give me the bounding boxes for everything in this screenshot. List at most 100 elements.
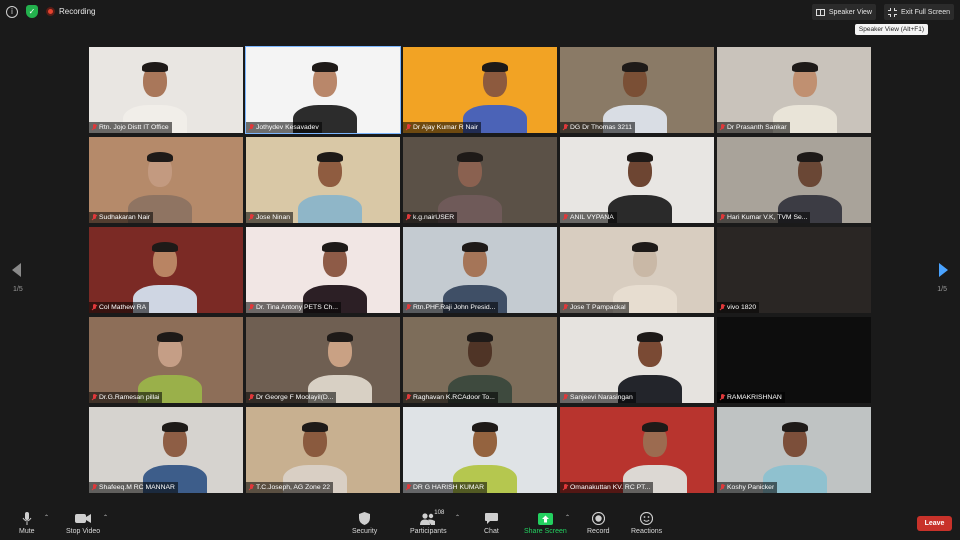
participant-video (560, 227, 714, 313)
participant-tile[interactable]: Sanjeevi Narasingan (560, 317, 714, 403)
participant-tile[interactable]: Col Mathew RA (89, 227, 243, 313)
mute-label: Mute (19, 528, 35, 535)
participant-tile[interactable]: Rtn.PHF.Raji John Presid... (403, 227, 557, 313)
participant-name: Dr.G.Ramesan pillai (99, 394, 160, 401)
participant-tile[interactable]: Rtn. Jojo Distt IT Office (89, 47, 243, 133)
participant-tile[interactable]: Shafeeq.M RC MANNAR (89, 407, 243, 493)
participant-hair (162, 422, 188, 432)
participant-body (298, 195, 362, 223)
participant-tile[interactable]: Hari Kumar V.K, TVM Se... (717, 137, 871, 223)
muted-microphone-icon (405, 124, 411, 131)
participant-video (246, 137, 400, 223)
participant-hair (457, 152, 483, 162)
reactions-button[interactable]: Reactions (631, 512, 662, 535)
participant-name: vivo 1820 (727, 304, 757, 311)
participant-tile[interactable]: Jose Ninan (246, 137, 400, 223)
participant-video (717, 47, 871, 133)
top-left-status: i ✓ Recording (6, 5, 95, 18)
participant-tile[interactable]: DR G HARISH KUMAR (403, 407, 557, 493)
next-page-arrow-icon[interactable] (939, 263, 948, 277)
share-screen-label: Share Screen (524, 528, 567, 535)
previous-page-arrow-icon[interactable] (12, 263, 21, 277)
muted-microphone-icon (562, 304, 568, 311)
participant-video (560, 407, 714, 493)
participant-video (403, 407, 557, 493)
participant-tile[interactable]: vivo 1820 (717, 227, 871, 313)
participant-hair (462, 242, 488, 252)
participant-name-tag: Dr.G.Ramesan pillai (89, 392, 163, 403)
participant-name-tag: k.g.nairUSER (403, 212, 458, 223)
participant-video (89, 47, 243, 133)
speaker-view-button[interactable]: Speaker View (811, 4, 876, 20)
stop-video-button[interactable]: Stop Video (66, 512, 100, 535)
participant-hair (482, 62, 508, 72)
muted-microphone-icon (91, 124, 97, 131)
share-options-caret-icon[interactable]: ⌃ (565, 514, 570, 521)
participant-tile[interactable]: T.C.Joseph, AG Zone 22 (246, 407, 400, 493)
participant-name: Dr Ajay Kumar R Nair (413, 124, 478, 131)
participant-tile[interactable]: ANIL VYPANA (560, 137, 714, 223)
participant-tile[interactable]: Dr Prasanth Sankar (717, 47, 871, 133)
participant-tile[interactable]: Raghavan K.RCAdoor To... (403, 317, 557, 403)
participant-name-tag: Rtn.PHF.Raji John Presid... (403, 302, 499, 313)
participant-tile[interactable]: Jothydev Kesavadev (245, 46, 401, 134)
participant-name: Sanjeevi Narasingan (570, 394, 633, 401)
muted-microphone-icon (405, 394, 411, 401)
muted-microphone-icon (91, 304, 97, 311)
leave-meeting-button[interactable]: Leave (917, 516, 952, 531)
record-button[interactable]: Record (587, 512, 610, 535)
participant-hair (782, 422, 808, 432)
participant-hair (797, 152, 823, 162)
participant-name-tag: Dr. Tina Antony PETS Ch... (246, 302, 341, 313)
participant-video (246, 47, 400, 133)
share-screen-button[interactable]: Share Screen (524, 512, 567, 535)
participant-tile[interactable]: Sudhakaran Nair (89, 137, 243, 223)
participant-tile[interactable]: Dr. Tina Antony PETS Ch... (246, 227, 400, 313)
participant-name: k.g.nairUSER (413, 214, 455, 221)
record-label: Record (587, 528, 610, 535)
participant-name-tag: Sudhakaran Nair (89, 212, 154, 223)
participant-name-tag: Jose Ninan (246, 212, 294, 223)
muted-microphone-icon (405, 304, 411, 311)
recording-indicator[interactable]: Recording (46, 7, 95, 16)
page-indicator-left: 1/5 (13, 286, 23, 293)
muted-microphone-icon (562, 214, 568, 221)
chat-button[interactable]: Chat (484, 512, 499, 535)
participants-icon: 108 (420, 510, 444, 525)
participant-video (560, 317, 714, 403)
participant-tile[interactable]: Dr Ajay Kumar R Nair (403, 47, 557, 133)
participant-tile[interactable]: Dr.G.Ramesan pillai (89, 317, 243, 403)
muted-microphone-icon (562, 124, 568, 131)
participant-tile[interactable]: RAMAKRISHNAN (717, 317, 871, 403)
info-icon[interactable]: i (6, 5, 18, 18)
encryption-shield-icon[interactable]: ✓ (26, 5, 38, 18)
audio-options-caret-icon[interactable]: ⌃ (44, 514, 49, 521)
reactions-smiley-icon (640, 512, 654, 525)
participant-tile[interactable]: Dr George F Moolayil(D... (246, 317, 400, 403)
participants-options-caret-icon[interactable]: ⌃ (455, 514, 460, 521)
participant-hair (157, 332, 183, 342)
participant-hair (322, 242, 348, 252)
participant-tile[interactable]: DG Dr Thomas 3211 (560, 47, 714, 133)
participant-name-tag: Dr Prasanth Sankar (717, 122, 790, 133)
participant-name: Raghavan K.RCAdoor To... (413, 394, 495, 401)
participants-button[interactable]: 108 Participants (410, 510, 447, 535)
participant-tile[interactable]: Omanakuttan KV. RC PT... (560, 407, 714, 493)
participant-tile[interactable]: k.g.nairUSER (403, 137, 557, 223)
muted-microphone-icon (719, 394, 725, 401)
participant-hair (472, 422, 498, 432)
participant-tile[interactable]: Jose T Pampackal (560, 227, 714, 313)
participant-tile[interactable]: Koshy Panicker (717, 407, 871, 493)
video-options-caret-icon[interactable]: ⌃ (103, 514, 108, 521)
meeting-controls-toolbar: Mute ⌃ Stop Video ⌃ Security 108 Partici… (0, 506, 960, 540)
participant-name-tag: Sanjeevi Narasingan (560, 392, 636, 403)
participant-name-tag: vivo 1820 (717, 302, 760, 313)
participant-video (89, 407, 243, 493)
security-button[interactable]: Security (352, 512, 377, 535)
mute-button[interactable]: Mute (19, 512, 35, 535)
exit-full-screen-button[interactable]: Exit Full Screen (883, 4, 954, 20)
participant-name: RAMAKRISHNAN (727, 394, 782, 401)
participant-name-tag: Koshy Panicker (717, 482, 778, 493)
speaker-view-tooltip: Speaker View (Alt+F1) (854, 24, 928, 35)
muted-microphone-icon (719, 124, 725, 131)
